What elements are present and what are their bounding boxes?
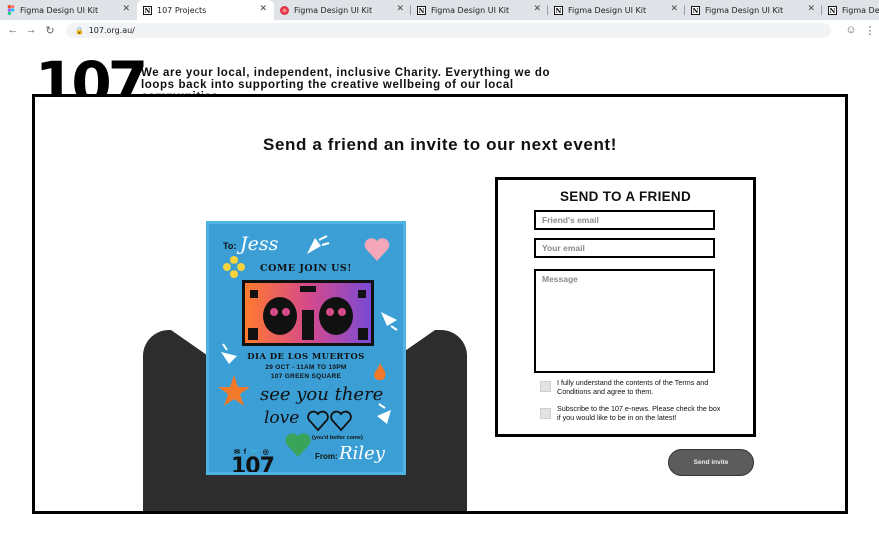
form-title: SEND TO A FRIEND (559, 189, 692, 204)
card-note: (you'd better come) (312, 435, 363, 441)
hearts-icon (307, 410, 352, 432)
close-tab-icon[interactable]: ✕ (396, 4, 404, 15)
flame-icon (374, 363, 386, 381)
card-to-name: Jess (240, 233, 279, 255)
tab-strip: Figma Design UI Kit ✕ N 107 Projects ✕ Figma … (0, 0, 879, 20)
your-email-input[interactable] (534, 238, 715, 258)
message-textarea[interactable] (534, 269, 715, 373)
tab-title: Figma Design UI Kit (568, 5, 647, 15)
heart-icon (285, 433, 311, 457)
send-invite-button[interactable]: Send invite (668, 449, 754, 476)
confetti-icon (377, 403, 391, 424)
browser-tab[interactable]: Figma Design UI Kit ✕ (0, 0, 137, 20)
browser-toolbar: ← → ↻ 🔒 107.org.au/ ☺ ⋮ (0, 20, 879, 41)
forward-button[interactable]: → (22, 21, 40, 39)
svg-text:N: N (145, 8, 151, 15)
browser-tab[interactable]: N Figma Design UI Kit ✕ (411, 0, 548, 20)
back-button[interactable]: ← (4, 21, 22, 39)
browser-tab[interactable]: N Figma Design UI Kit ✕ (548, 0, 685, 20)
browser-tab[interactable]: Figma Design UI Kit ✕ (274, 0, 411, 20)
close-tab-icon[interactable]: ✕ (122, 4, 130, 15)
send-to-friend-form: SEND TO A FRIEND I fully understand the … (495, 177, 756, 437)
browser-menu-button[interactable]: ⋮ (861, 21, 879, 39)
card-logo: 107 (231, 454, 275, 475)
skulls-illustration (242, 280, 374, 346)
modal-title: Send a friend an invite to our next even… (263, 135, 617, 154)
confetti-icon (381, 312, 398, 331)
card-event-name: DIA DE LOS MUERTOS (247, 352, 365, 362)
profile-icon: ☺ (845, 24, 857, 36)
kebab-menu-icon: ⋮ (864, 24, 876, 37)
browser-tab[interactable]: N Figma Design UI Kit ✕ (685, 0, 822, 20)
card-headline: COME JOIN US! (260, 263, 352, 274)
star-icon (218, 375, 250, 406)
notion-icon: N (554, 5, 563, 15)
card-signoff: love (264, 408, 300, 428)
forward-arrow-icon: → (25, 24, 37, 36)
reload-button[interactable]: ↻ (41, 21, 59, 39)
tab-title: Figma Design UI Kit (705, 5, 784, 15)
tab-title: Figma Design UI Kit (20, 5, 99, 15)
newsletter-label: Subscribe to the 107 e-news. Please chec… (557, 404, 721, 422)
svg-text:N: N (830, 8, 836, 15)
terms-checkbox[interactable] (540, 381, 551, 392)
invite-modal: Send a friend an invite to our next even… (32, 94, 848, 514)
tab-title: Figma Design UI Kit (294, 5, 373, 15)
invitation-card: To: Jess COME JOIN US! DIA DE LOS MUERTO… (206, 221, 406, 475)
svg-text:N: N (556, 8, 562, 15)
friend-email-input[interactable] (534, 210, 715, 230)
card-message: see you there (260, 384, 384, 405)
notion-icon: N (417, 5, 426, 15)
close-tab-icon[interactable]: ✕ (533, 4, 541, 15)
tab-title: Figma Design UI Kit (431, 5, 510, 15)
browser-tab[interactable]: N Figma De (822, 0, 879, 20)
card-from-label: From: (315, 452, 338, 461)
svg-text:N: N (693, 8, 699, 15)
close-tab-icon[interactable]: ✕ (807, 4, 815, 15)
notion-icon: N (828, 5, 837, 15)
card-to-label: To: (223, 241, 237, 251)
figma-icon (6, 5, 15, 15)
heart-icon (364, 238, 390, 261)
confetti-icon (307, 235, 330, 254)
terms-label: I fully understand the contents of the T… (557, 378, 709, 396)
notion-icon: N (691, 5, 700, 15)
lock-icon: 🔒 (75, 26, 84, 35)
notion-icon: N (143, 5, 152, 15)
card-from-name: Riley (339, 443, 385, 464)
svg-text:N: N (419, 8, 425, 15)
url-text: 107.org.au/ (88, 26, 135, 35)
close-tab-icon[interactable]: ✕ (670, 4, 678, 15)
tab-title: 107 Projects (157, 5, 207, 15)
site-logo[interactable]: 107 (35, 54, 144, 97)
red-circle-icon (280, 5, 289, 15)
tab-title: Figma De (842, 5, 879, 15)
reload-icon: ↻ (45, 24, 55, 37)
page-content: 107 We are your local, independent, incl… (0, 41, 879, 534)
close-tab-icon[interactable]: ✕ (259, 4, 267, 15)
address-bar[interactable]: 🔒 107.org.au/ (66, 23, 831, 38)
profile-button[interactable]: ☺ (842, 21, 860, 39)
browser-tab[interactable]: N 107 Projects ✕ (137, 0, 274, 20)
newsletter-checkbox[interactable] (540, 408, 551, 419)
back-arrow-icon: ← (7, 24, 19, 36)
